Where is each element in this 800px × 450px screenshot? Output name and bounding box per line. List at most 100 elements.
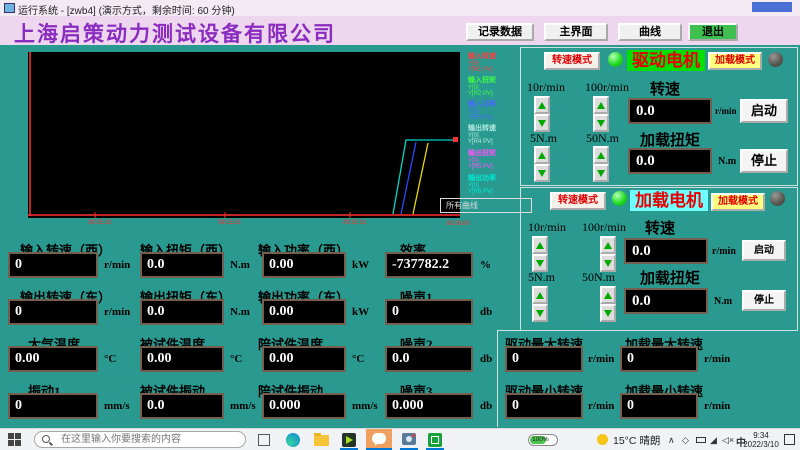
green-app-icon[interactable] bbox=[428, 433, 442, 447]
measure-unit: kW bbox=[352, 306, 369, 318]
wechat-icon[interactable] bbox=[366, 429, 392, 450]
up-arrow-button[interactable] bbox=[532, 236, 548, 254]
down-arrow-button[interactable] bbox=[534, 164, 550, 182]
up-arrow-button[interactable] bbox=[534, 146, 550, 164]
drive-speed-step100-spinner bbox=[593, 96, 609, 132]
drive-speed-mode-led bbox=[608, 52, 623, 67]
file-explorer-icon[interactable] bbox=[314, 435, 329, 446]
x-tick: 09:25.21 bbox=[218, 220, 241, 226]
volume-muted-icon[interactable]: ◁× bbox=[722, 435, 734, 446]
clock-date: 2022/3/10 bbox=[742, 440, 780, 449]
up-arrow-button[interactable] bbox=[532, 286, 548, 304]
record-data-button[interactable]: 记录数据 bbox=[466, 23, 534, 41]
up-arrow-button[interactable] bbox=[600, 236, 616, 254]
chart-plot bbox=[28, 52, 460, 218]
all-curves-box[interactable]: 所有曲线 bbox=[440, 198, 532, 213]
measure-display: 0.000 bbox=[262, 393, 346, 419]
drive-speed-step-100: 100r/min bbox=[585, 80, 629, 95]
drive-start-button[interactable]: 启动 bbox=[740, 99, 788, 123]
up-arrow-button[interactable] bbox=[593, 96, 609, 114]
weather-text[interactable]: 15°C 晴朗 bbox=[613, 433, 660, 448]
curve-button[interactable]: 曲线 bbox=[618, 23, 682, 41]
battery-percent: 100% bbox=[532, 436, 549, 443]
drive-speed-display: 0.0 bbox=[628, 98, 712, 124]
screenshot-tool-icon[interactable] bbox=[402, 433, 416, 445]
load-speed-label: 转速 bbox=[645, 217, 675, 238]
measure-display: 0 bbox=[8, 252, 98, 278]
measure-unit: db bbox=[480, 306, 492, 318]
window-controls[interactable] bbox=[752, 2, 792, 12]
network-icon[interactable]: ◢ bbox=[710, 435, 717, 446]
measure-display: 0.00 bbox=[262, 299, 346, 325]
drive-torque-unit: N.m bbox=[718, 156, 736, 167]
measure-unit: r/min bbox=[104, 259, 130, 271]
measure-display: 0.0 bbox=[140, 299, 224, 325]
main-screen-button[interactable]: 主界面 bbox=[544, 23, 608, 41]
clock[interactable]: 9:34 2022/3/10 bbox=[742, 431, 780, 449]
up-arrow-icon bbox=[604, 292, 612, 299]
load-speed-display: 0.0 bbox=[624, 238, 708, 264]
windows-taskbar: 100% 15°C 晴朗 ∧ ◇ ◢ ◁× 中 9:34 2022/3/10 bbox=[0, 428, 800, 450]
onedrive-icon[interactable]: ◇ bbox=[682, 435, 689, 446]
up-arrow-button[interactable] bbox=[534, 96, 550, 114]
drive-motor-title: 驱动电机 bbox=[627, 50, 705, 71]
up-arrow-icon bbox=[597, 152, 605, 159]
media-player-icon[interactable] bbox=[342, 433, 356, 447]
measure-display: 0 bbox=[385, 299, 473, 325]
drive-speed-label: 转速 bbox=[650, 78, 680, 99]
up-arrow-button[interactable] bbox=[593, 146, 609, 164]
measure-unit: % bbox=[480, 259, 491, 271]
app-window: 运行系统 - [zwb4] (演示方式，剩余时间: 60 分钟) 上海启策动力测… bbox=[0, 0, 800, 450]
action-center-icon[interactable] bbox=[784, 434, 795, 445]
load-torque-display: 0.0 bbox=[624, 288, 708, 314]
measure-unit: r/min bbox=[704, 400, 730, 412]
drive-torque-display: 0.0 bbox=[628, 148, 712, 174]
down-arrow-icon bbox=[536, 310, 544, 317]
clock-time: 9:34 bbox=[742, 431, 780, 440]
drive-speed-mode-button[interactable]: 转速模式 bbox=[544, 52, 600, 70]
battery-tray-icon[interactable] bbox=[696, 437, 706, 443]
up-arrow-icon bbox=[538, 152, 546, 159]
measure-unit: db bbox=[480, 353, 492, 365]
battery-status-pill[interactable]: 100% bbox=[528, 434, 558, 446]
down-arrow-button[interactable] bbox=[532, 304, 548, 322]
measure-unit: r/min bbox=[588, 400, 614, 412]
load-torque-step-50: 50N.m bbox=[582, 270, 615, 285]
measure-display: -737782.2 bbox=[385, 252, 473, 278]
load-start-button[interactable]: 启动 bbox=[742, 240, 786, 261]
load-speed-mode-button[interactable]: 转速模式 bbox=[550, 192, 606, 210]
measure-unit: r/min bbox=[104, 306, 130, 318]
up-arrow-icon bbox=[536, 242, 544, 249]
measure-display: 0.000 bbox=[385, 393, 473, 419]
exit-button[interactable]: 退出 bbox=[688, 23, 738, 41]
up-arrow-button[interactable] bbox=[600, 286, 616, 304]
load-stop-button[interactable]: 停止 bbox=[742, 290, 786, 311]
task-view-icon[interactable] bbox=[258, 434, 270, 446]
x-tick: 09:25.10 bbox=[88, 220, 111, 226]
drive-load-mode-button[interactable]: 加载模式 bbox=[708, 52, 762, 70]
load-load-mode-button[interactable]: 加载模式 bbox=[711, 193, 765, 211]
measure-display: 0.00 bbox=[140, 346, 224, 372]
drive-torque-step-5: 5N.m bbox=[530, 131, 557, 146]
divider bbox=[497, 330, 798, 331]
measure-unit: °C bbox=[104, 353, 116, 365]
measure-display: 0.0 bbox=[385, 346, 473, 372]
weather-sun-icon[interactable] bbox=[597, 434, 608, 445]
title-bar: 运行系统 - [zwb4] (演示方式，剩余时间: 60 分钟) bbox=[0, 0, 800, 16]
measure-display: 0.00 bbox=[8, 346, 98, 372]
drive-speed-step-10: 10r/min bbox=[527, 80, 565, 95]
drive-stop-button[interactable]: 停止 bbox=[740, 149, 788, 173]
down-arrow-button[interactable] bbox=[600, 304, 616, 322]
down-arrow-button[interactable] bbox=[593, 164, 609, 182]
search-input[interactable] bbox=[34, 431, 246, 448]
measure-display: 0.0 bbox=[140, 252, 224, 278]
down-arrow-button[interactable] bbox=[593, 114, 609, 132]
down-arrow-icon bbox=[604, 260, 612, 267]
measure-unit: r/min bbox=[588, 353, 614, 365]
down-arrow-button[interactable] bbox=[534, 114, 550, 132]
edge-browser-icon[interactable] bbox=[286, 433, 300, 447]
measure-display: 0.00 bbox=[262, 252, 346, 278]
load-torque-unit: N.m bbox=[714, 296, 732, 307]
start-button[interactable] bbox=[8, 433, 22, 447]
tray-expand-icon[interactable]: ∧ bbox=[668, 435, 675, 446]
